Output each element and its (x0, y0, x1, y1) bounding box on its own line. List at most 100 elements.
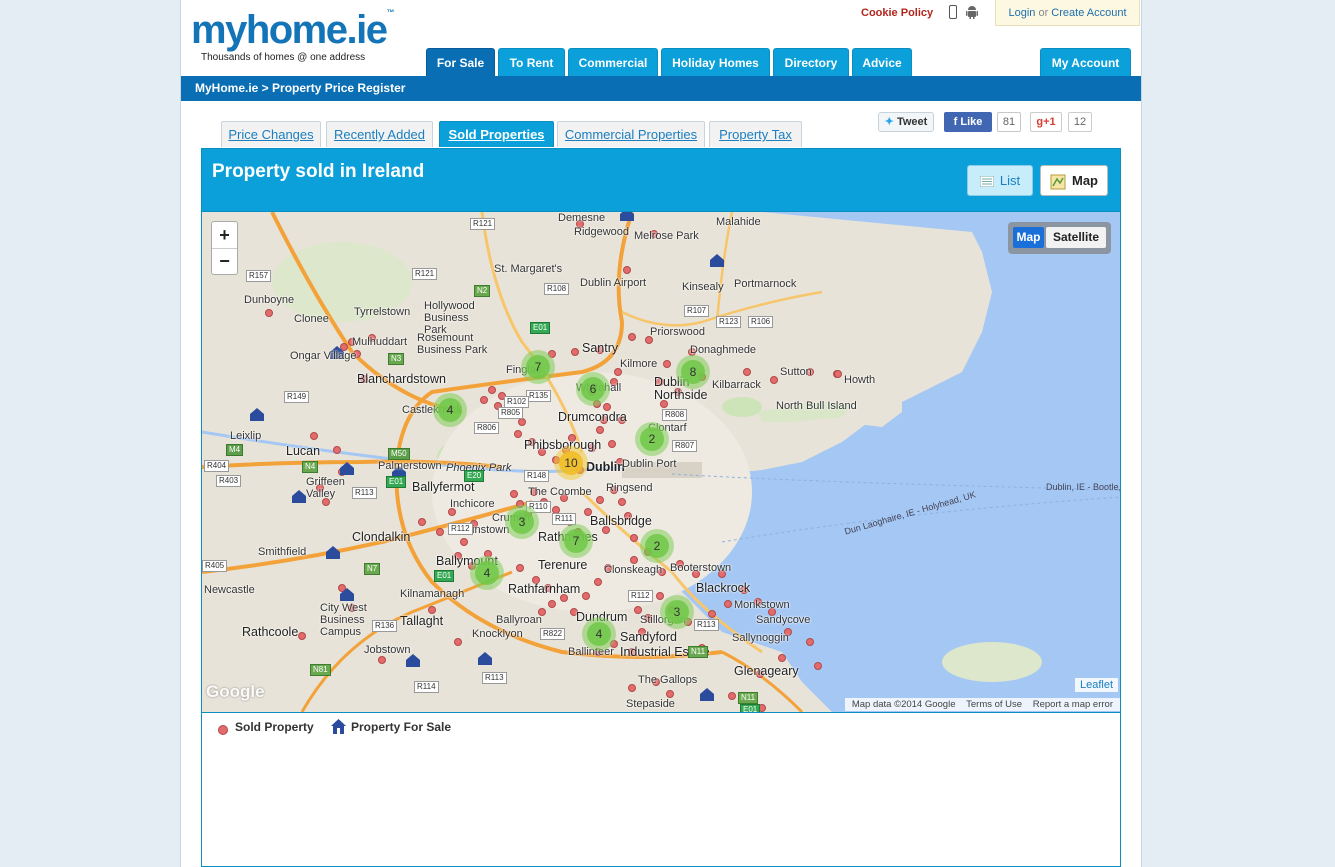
nav-tab-my-account[interactable]: My Account (1040, 48, 1131, 76)
map-place-label: Kinsealy (682, 281, 724, 293)
create-account-link[interactable]: Create Account (1051, 7, 1126, 19)
property-cluster-marker[interactable]: 4 (582, 617, 616, 651)
road-marker: R121 (412, 268, 438, 280)
report-map-error-link[interactable]: Report a map error (1033, 699, 1113, 710)
road-marker: R111 (552, 513, 576, 525)
leaflet-link[interactable]: Leaflet (1074, 678, 1118, 692)
map-place-label: Kilnamanagh (400, 588, 465, 600)
road-marker: N11 (738, 692, 759, 704)
map-view-button[interactable]: Map (1040, 165, 1108, 196)
mobile-phone-icon[interactable] (949, 5, 957, 19)
property-cluster-marker[interactable]: 10 (554, 446, 588, 480)
road-marker: N2 (474, 285, 491, 297)
map-layer-button[interactable]: Map (1013, 227, 1044, 248)
road-marker: R404 (204, 460, 230, 472)
road-marker: R106 (748, 316, 774, 328)
map-place-label: Priorswood (650, 326, 706, 338)
nav-tab-commercial[interactable]: Commercial (568, 48, 658, 76)
property-cluster-marker[interactable]: 2 (635, 422, 669, 456)
tweet-label: Tweet (896, 116, 928, 128)
road-marker: R808 (662, 409, 688, 421)
map-place-label: Ballyfermot (412, 480, 475, 494)
map-place-label: Ridgewood (574, 226, 630, 238)
cluster-count: 8 (681, 360, 705, 384)
zoom-control: + − (211, 221, 238, 275)
road-marker: R112 (628, 590, 653, 602)
list-btn-label: List (999, 173, 1021, 188)
sold-properties-panel: Property sold in Ireland List Map Demesn… (201, 148, 1121, 867)
map-place-label: Smithfield (258, 546, 307, 558)
page-container: myhome.ie™ Thousands of homes @ one addr… (180, 0, 1142, 867)
map-place-label: Ballsbridge (590, 514, 652, 528)
map-place-label: Ongar Village (290, 350, 357, 362)
map-place-label: Rathcoole (242, 625, 299, 639)
zoom-out-button[interactable]: − (212, 248, 237, 274)
cluster-count: 4 (475, 561, 499, 585)
road-marker: R113 (694, 619, 719, 631)
property-cluster-marker[interactable]: 7 (521, 350, 555, 384)
login-link[interactable]: Login (1008, 7, 1035, 19)
sold-property-dot-icon (218, 725, 228, 735)
or-text: or (1038, 7, 1049, 19)
nav-tab-to-rent[interactable]: To Rent (498, 48, 565, 76)
property-cluster-marker[interactable]: 7 (559, 524, 593, 558)
road-marker: E01 (434, 570, 455, 582)
road-marker: R149 (284, 391, 310, 403)
cluster-count: 6 (581, 377, 605, 401)
map-attribution: Map data ©2014 Google Terms of Use Repor… (844, 698, 1120, 711)
map-place-label: Ringsend (606, 482, 653, 494)
twitter-bird-icon: ✦ (884, 116, 894, 128)
property-cluster-marker[interactable]: 4 (433, 393, 467, 427)
legend-sold-label: Sold Property (235, 720, 314, 734)
android-icon[interactable] (966, 6, 978, 19)
tab-property-tax[interactable]: Property Tax (709, 121, 802, 147)
terms-of-use-link[interactable]: Terms of Use (966, 699, 1022, 710)
road-marker: N7 (364, 563, 381, 575)
breadcrumb: MyHome.ie > Property Price Register (181, 76, 1141, 101)
road-marker: R403 (216, 475, 242, 487)
map-place-label: Leixlip (230, 430, 262, 442)
property-cluster-marker[interactable]: 2 (640, 529, 674, 563)
nav-tab-holiday-homes[interactable]: Holiday Homes (661, 48, 770, 76)
property-cluster-marker[interactable]: 3 (505, 505, 539, 539)
road-marker: R121 (470, 218, 496, 230)
road-marker: N4 (302, 461, 319, 473)
road-marker: R114 (414, 681, 439, 693)
facebook-like-button[interactable]: f Like (944, 112, 992, 132)
tweet-button[interactable]: ✦ Tweet (878, 112, 934, 132)
panel-title: Property sold in Ireland (212, 161, 425, 182)
google-plus-button[interactable]: g+1 (1030, 112, 1062, 132)
tab-price-changes[interactable]: Price Changes (221, 121, 321, 147)
cluster-count: 2 (640, 427, 664, 451)
google-plus-count: 12 (1068, 112, 1092, 132)
tab-commercial-properties[interactable]: Commercial Properties (557, 121, 705, 147)
property-cluster-marker[interactable]: 4 (470, 556, 504, 590)
map-place-label: Demesne (558, 212, 606, 224)
nav-tab-directory[interactable]: Directory (773, 48, 849, 76)
tab-sold-properties[interactable]: Sold Properties (439, 121, 554, 147)
site-logo[interactable]: myhome.ie™ Thousands of homes @ one addr… (191, 8, 406, 68)
cluster-count: 7 (564, 529, 588, 553)
map-place-label: Kilbarrack (712, 379, 761, 391)
cookie-policy-link[interactable]: Cookie Policy (861, 7, 933, 19)
nav-tab-advice[interactable]: Advice (852, 48, 912, 76)
property-cluster-marker[interactable]: 6 (576, 372, 610, 406)
property-cluster-marker[interactable]: 8 (676, 355, 710, 389)
list-view-button[interactable]: List (967, 165, 1033, 196)
road-marker: E01 (740, 704, 761, 712)
google-logo: Google (206, 682, 265, 701)
map-place-label: Sutton (780, 366, 812, 378)
map-place-label: Mulhuddart (352, 336, 408, 348)
nav-tab-for-sale[interactable]: For Sale (426, 48, 495, 76)
map-place-label: Rathfarnham (508, 582, 581, 596)
zoom-in-button[interactable]: + (212, 222, 237, 249)
satellite-layer-button[interactable]: Satellite (1046, 227, 1106, 248)
tab-recently-added[interactable]: Recently Added (326, 121, 433, 147)
logo-wordmark: myhome.ie™ (191, 8, 394, 52)
road-marker: R123 (716, 316, 742, 328)
map-canvas[interactable]: Demesne Malahide Ridgewood Melrose Park … (202, 211, 1120, 713)
property-cluster-marker[interactable]: 3 (660, 595, 694, 629)
like-label: Like (960, 116, 983, 128)
road-marker: R822 (540, 628, 566, 640)
legend-for-sale-label: Property For Sale (351, 720, 452, 734)
